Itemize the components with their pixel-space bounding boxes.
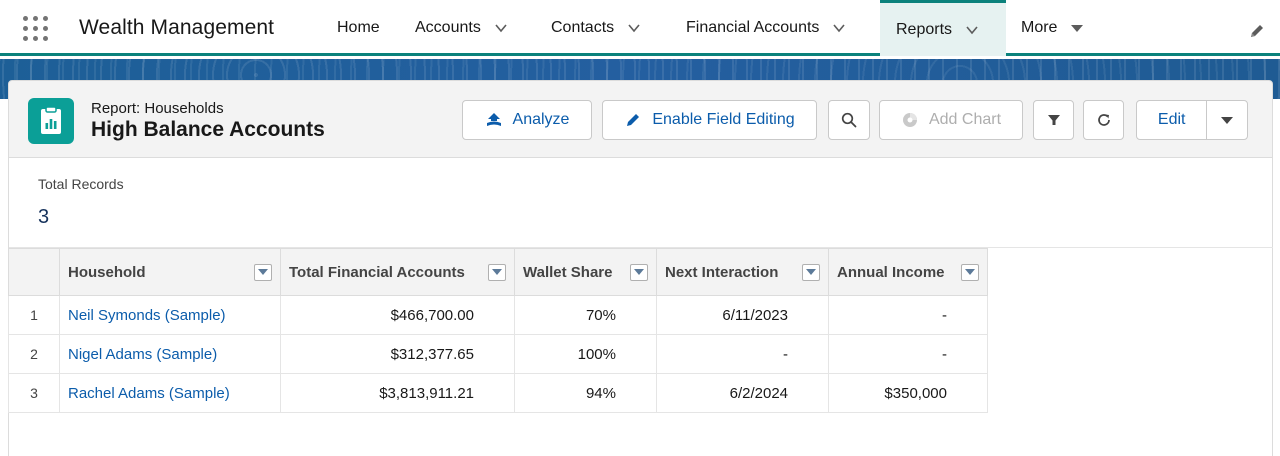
row-number: 2 [8,334,60,374]
nav-item-contacts[interactable]: Contacts [551,0,641,56]
wallet-share-cell: 100% [514,334,657,374]
column-header-wallet-share[interactable]: Wallet Share [514,248,657,296]
nav-item-label: Financial Accounts [686,19,820,36]
chevron-down-icon[interactable] [965,23,979,37]
report-table: Household Total Financial Accounts Walle… [8,248,988,413]
app-name: Wealth Management [79,16,275,39]
app-launcher-icon[interactable] [23,16,49,42]
wallet-share-cell: 70% [514,295,657,335]
filter-icon [1047,115,1060,125]
annual-income-cell: - [828,295,988,335]
global-nav: Wealth Management Home Accounts Contacts… [0,0,1280,56]
nav-item-label: Reports [896,20,953,38]
chevron-down-icon[interactable] [832,21,846,35]
column-header-label: Household [68,263,146,281]
page-title: High Balance Accounts [91,118,325,141]
edit-nav-icon[interactable] [1248,22,1266,40]
chevron-down-icon[interactable] [494,21,508,35]
analyze-button[interactable]: Analyze [462,100,592,140]
column-menu-icon[interactable] [254,263,272,281]
enable-field-editing-button[interactable]: Enable Field Editing [602,100,817,140]
next-interaction-cell: 6/2/2024 [656,373,829,413]
table-header-row: Household Total Financial Accounts Walle… [8,248,988,296]
caret-down-icon [1221,116,1234,124]
column-header-label: Total Financial Accounts [289,263,465,281]
chart-icon [902,113,917,127]
column-header-label: Next Interaction [665,263,779,281]
table-row: 1 Neil Symonds (Sample) $466,700.00 70% … [8,295,988,335]
table-row: 2 Nigel Adams (Sample) $312,377.65 100% … [8,334,988,374]
nav-item-reports[interactable]: Reports [880,0,1006,56]
next-interaction-cell: - [656,334,829,374]
report-icon [28,98,74,144]
search-button[interactable] [828,100,870,140]
nav-item-label: Contacts [551,19,615,36]
row-number: 1 [8,295,60,335]
household-link[interactable]: Nigel Adams (Sample) [59,334,281,374]
report-header: Report: Households High Balance Accounts… [8,80,1273,158]
column-header-label: Annual Income [837,263,945,281]
nav-item-label: More [1021,19,1058,36]
chevron-down-icon[interactable] [627,21,641,35]
column-menu-icon[interactable] [802,263,820,281]
filter-button[interactable] [1033,100,1074,140]
analyze-icon [486,113,501,126]
total-financial-accounts-cell: $466,700.00 [280,295,515,335]
nav-item-label: Accounts [415,19,481,36]
search-icon [841,112,857,128]
column-menu-icon[interactable] [488,263,506,281]
edit-button[interactable]: Edit [1137,101,1208,139]
column-header-household[interactable]: Household [59,248,281,296]
nav-item-home[interactable]: Home [337,0,380,56]
column-header-total-financial-accounts[interactable]: Total Financial Accounts [280,248,515,296]
table-row: 3 Rachel Adams (Sample) $3,813,911.21 94… [8,373,988,413]
column-header-label: Wallet Share [523,263,613,281]
row-number: 3 [8,373,60,413]
total-records-value: 3 [38,206,50,228]
total-records-label: Total Records [38,176,124,192]
add-chart-button[interactable]: Add Chart [879,100,1023,140]
report-content: Total Records 3 Household Total Financia… [8,158,1273,456]
total-financial-accounts-cell: $312,377.65 [280,334,515,374]
analyze-label: Analyze [512,111,570,128]
edit-menu-button[interactable] [1207,101,1247,139]
column-header-next-interaction[interactable]: Next Interaction [656,248,829,296]
household-link[interactable]: Rachel Adams (Sample) [59,373,281,413]
nav-item-more[interactable]: More [1021,0,1084,56]
total-financial-accounts-cell: $3,813,911.21 [280,373,515,413]
column-menu-icon[interactable] [961,263,979,281]
nav-item-accounts[interactable]: Accounts [415,0,508,56]
wallet-share-cell: 94% [514,373,657,413]
column-menu-icon[interactable] [630,263,648,281]
add-chart-label: Add Chart [928,111,1002,128]
refresh-icon [1097,114,1110,126]
next-interaction-cell: 6/11/2023 [656,295,829,335]
enable-field-editing-label: Enable Field Editing [652,111,795,128]
nav-item-label: Home [337,19,380,36]
annual-income-cell: - [828,334,988,374]
annual-income-cell: $350,000 [828,373,988,413]
caret-down-icon [1071,24,1084,32]
report-type-label: Report: Households [91,100,224,117]
refresh-button[interactable] [1083,100,1124,140]
column-header-annual-income[interactable]: Annual Income [828,248,988,296]
row-number-header [8,248,60,296]
pencil-icon [627,114,640,126]
edit-button-group: Edit [1136,100,1248,140]
household-link[interactable]: Neil Symonds (Sample) [59,295,281,335]
nav-item-financial-accounts[interactable]: Financial Accounts [686,0,846,56]
